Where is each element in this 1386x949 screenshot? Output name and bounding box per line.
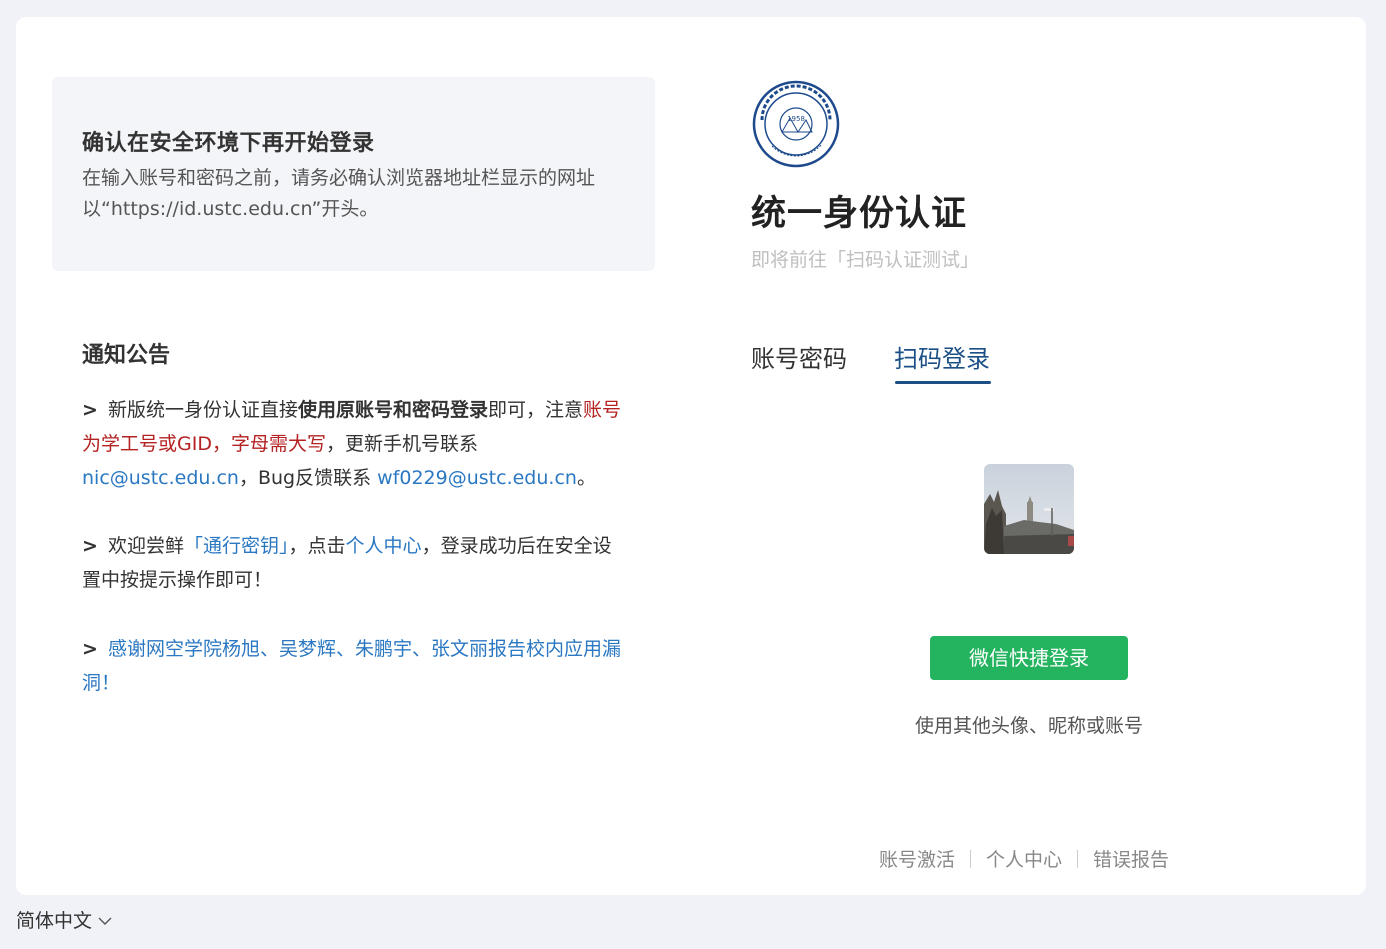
divider bbox=[1077, 849, 1079, 868]
use-other-account-link[interactable]: 使用其他头像、昵称或账号 bbox=[903, 711, 1155, 738]
ustc-seal-logo: 1958 bbox=[752, 80, 840, 168]
tab-account-password[interactable]: 账号密码 bbox=[751, 339, 847, 374]
redirect-subtitle: 即将前往「扫码认证测试」 bbox=[751, 249, 980, 271]
announcements-title: 通知公告 bbox=[82, 343, 171, 368]
logo-year: 1958 bbox=[787, 115, 805, 123]
bug-email-link[interactable]: wf0229@ustc.edu.cn bbox=[377, 467, 577, 489]
security-notice-text: 在输入账号和密码之前，请务必确认浏览器地址栏显示的网址以“https://id.… bbox=[82, 167, 596, 220]
tab-qr-login[interactable]: 扫码登录 bbox=[894, 339, 990, 374]
wechat-avatar bbox=[984, 464, 1074, 554]
active-tab-indicator bbox=[895, 381, 991, 384]
bullet-marker: > bbox=[82, 535, 98, 557]
announcement-text: ，更新手机号联系 bbox=[325, 433, 478, 455]
announcement-item: > 新版统一身份认证直接使用原账号和密码登录即可，注意账号为学工号或GID，字母需… bbox=[82, 393, 627, 495]
language-label: 简体中文 bbox=[16, 910, 93, 932]
announcement-text: ，Bug反馈联系 bbox=[238, 467, 378, 489]
thanks-link[interactable]: 感谢网空学院杨旭、吴梦辉、朱鹏宇、张文丽报告校内应用漏洞！ bbox=[82, 638, 621, 694]
bullet-marker: > bbox=[82, 638, 98, 660]
announcement-bold-text: 使用原账号和密码登录 bbox=[298, 399, 489, 421]
announcement-item[interactable]: > 感谢网空学院杨旭、吴梦辉、朱鹏宇、张文丽报告校内应用漏洞！ bbox=[82, 632, 627, 700]
announcement-text: 即可，注意 bbox=[488, 399, 584, 421]
announcement-text: 新版统一身份认证直接 bbox=[108, 399, 299, 421]
announcement-item: > 欢迎尝鲜「通行密钥」，点击个人中心，登录成功后在安全设置中按提示操作即可！ bbox=[82, 529, 627, 597]
announcement-text: 欢迎尝鲜 bbox=[108, 535, 185, 557]
page-title: 统一身份认证 bbox=[751, 194, 968, 234]
announcement-text: ，点击 bbox=[288, 535, 346, 557]
divider bbox=[970, 849, 972, 868]
bullet-marker: > bbox=[82, 399, 98, 421]
error-report-link[interactable]: 错误报告 bbox=[1093, 845, 1169, 872]
security-notice-title: 确认在安全环境下再开始登录 bbox=[82, 131, 375, 156]
personal-center-footer-link[interactable]: 个人中心 bbox=[986, 845, 1062, 872]
language-selector[interactable]: 简体中文 bbox=[16, 906, 112, 933]
footer-links: 账号激活 个人中心 错误报告 bbox=[879, 845, 1169, 872]
login-card: 确认在安全环境下再开始登录 在输入账号和密码之前，请务必确认浏览器地址栏显示的网… bbox=[16, 17, 1366, 895]
account-activation-link[interactable]: 账号激活 bbox=[879, 845, 955, 872]
security-notice: 确认在安全环境下再开始登录 在输入账号和密码之前，请务必确认浏览器地址栏显示的网… bbox=[52, 77, 655, 271]
wechat-login-button[interactable]: 微信快捷登录 bbox=[930, 636, 1128, 680]
chevron-down-icon bbox=[92, 909, 112, 931]
announcement-text: 。 bbox=[576, 467, 596, 489]
nic-email-link[interactable]: nic@ustc.edu.cn bbox=[82, 467, 239, 489]
personal-center-link[interactable]: 个人中心 bbox=[346, 535, 422, 557]
passkey-link[interactable]: 「通行密钥」 bbox=[184, 535, 289, 557]
